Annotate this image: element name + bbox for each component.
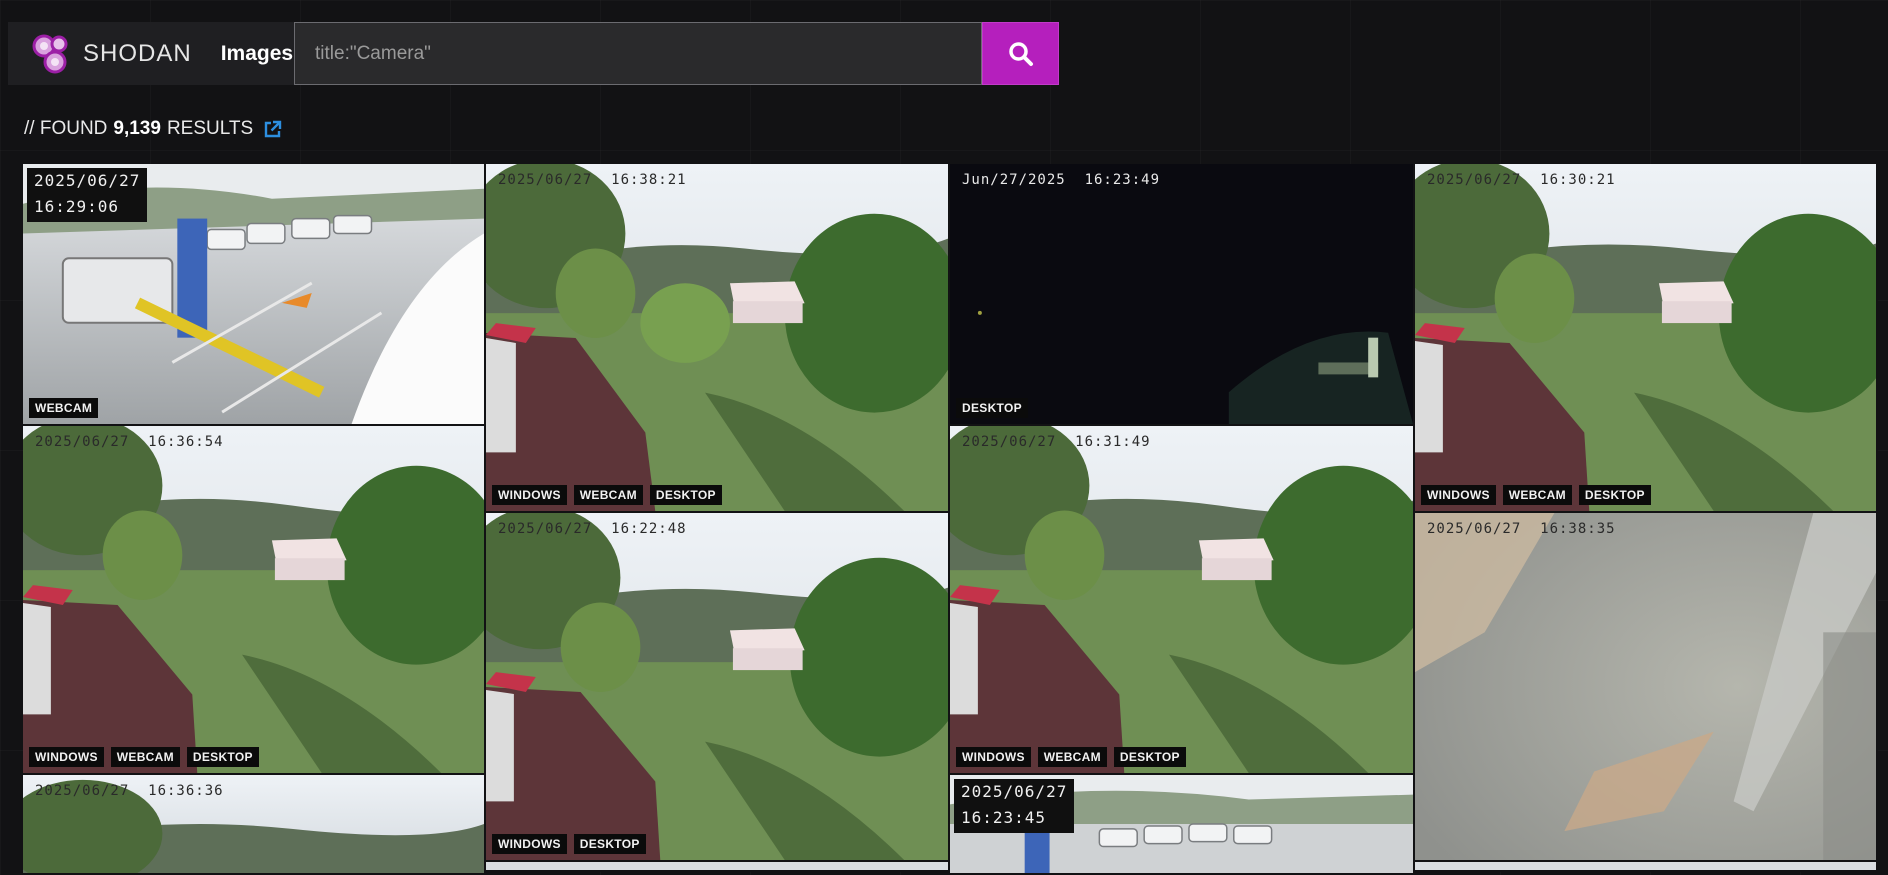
camera-thumbnail[interactable]: 2025/06/27 16:23:45 xyxy=(950,775,1415,875)
camera-thumbnail[interactable]: 2025/06/27 16:36:54 WINDOWS WEBCAM DESKT… xyxy=(23,426,486,775)
tag[interactable]: DESKTOP xyxy=(186,747,259,767)
camera-thumbnail[interactable]: 2025/06/27 16:29:06 WEBCAM xyxy=(23,164,486,426)
search-icon xyxy=(1008,41,1033,66)
tag[interactable]: WINDOWS xyxy=(29,747,104,767)
tag[interactable]: DESKTOP xyxy=(1578,485,1651,505)
camera-thumbnail[interactable]: 2025/06/27 16:30:21 WINDOWS WEBCAM DESKT… xyxy=(1415,164,1878,513)
tag[interactable]: DESKTOP xyxy=(956,398,1028,418)
camera-thumbnail[interactable]: 2025/06/27 16:38:35 xyxy=(1415,513,1878,862)
tag[interactable]: WEBCAM xyxy=(1037,747,1107,767)
tag[interactable]: DESKTOP xyxy=(573,834,646,854)
tag[interactable]: WEBCAM xyxy=(1502,485,1572,505)
timestamp: 2025/06/27 16:36:36 xyxy=(35,783,224,799)
results-count: 9,139 xyxy=(113,118,161,139)
tag-list: WEBCAM xyxy=(29,398,99,418)
timestamp: 2025/06/27 16:38:35 xyxy=(1427,521,1616,537)
shodan-logo-icon xyxy=(31,32,75,76)
results-prefix: // FOUND xyxy=(24,118,108,139)
tag-list: DESKTOP xyxy=(956,398,1028,418)
camera-thumbnail[interactable]: Jun/27/2025 16:23:49 DESKTOP xyxy=(950,164,1415,426)
search-button[interactable] xyxy=(982,22,1059,85)
section-title: Images xyxy=(220,41,294,65)
tag[interactable]: WINDOWS xyxy=(956,747,1031,767)
shodan-logo-link[interactable]: SHODAN Images xyxy=(8,22,294,85)
camera-thumbnail[interactable]: 2025/06/27 16:22:48 WINDOWS DESKTOP xyxy=(486,513,950,862)
top-bar: SHODAN Images xyxy=(8,22,1059,87)
tag[interactable]: DESKTOP xyxy=(1113,747,1186,767)
tag-list: WINDOWS WEBCAM DESKTOP xyxy=(29,747,259,767)
camera-thumbnail[interactable]: 2025/06/27 16:36:36 xyxy=(23,775,486,875)
tag[interactable]: WINDOWS xyxy=(492,485,567,505)
camera-thumbnail[interactable] xyxy=(486,862,950,872)
tag[interactable]: WEBCAM xyxy=(29,398,99,418)
timestamp: 2025/06/27 16:29:06 xyxy=(27,168,148,222)
tag-list: WINDOWS WEBCAM DESKTOP xyxy=(1421,485,1651,505)
camera-thumbnail[interactable]: 2025/06/27 16:31:49 WINDOWS WEBCAM DESKT… xyxy=(950,426,1415,775)
tag[interactable]: WINDOWS xyxy=(1421,485,1496,505)
tag[interactable]: DESKTOP xyxy=(649,485,722,505)
tag-list: WINDOWS DESKTOP xyxy=(492,834,646,854)
timestamp: 2025/06/27 16:30:21 xyxy=(1427,172,1616,188)
search-input[interactable] xyxy=(294,22,982,85)
timestamp: 2025/06/27 16:22:48 xyxy=(498,521,687,537)
tag[interactable]: WEBCAM xyxy=(110,747,180,767)
timestamp: 2025/06/27 16:36:54 xyxy=(35,434,224,450)
brand-name: SHODAN xyxy=(83,39,192,67)
tag[interactable]: WINDOWS xyxy=(492,834,567,854)
timestamp: 2025/06/27 16:31:49 xyxy=(962,434,1151,450)
camera-thumbnail[interactable]: 2025/06/27 16:38:21 WINDOWS WEBCAM DESKT… xyxy=(486,164,950,513)
timestamp: Jun/27/2025 16:23:49 xyxy=(962,172,1161,188)
results-suffix: RESULTS xyxy=(166,118,254,139)
tag-list: WINDOWS WEBCAM DESKTOP xyxy=(956,747,1186,767)
tag[interactable]: WEBCAM xyxy=(573,485,643,505)
timestamp: 2025/06/27 16:23:45 xyxy=(954,779,1075,833)
tag-list: WINDOWS WEBCAM DESKTOP xyxy=(492,485,722,505)
timestamp: 2025/06/27 16:38:21 xyxy=(498,172,687,188)
camera-thumbnail[interactable] xyxy=(1415,862,1878,872)
external-link-icon[interactable] xyxy=(263,120,282,139)
results-summary: // FOUND 9,139 RESULTS xyxy=(24,118,282,140)
